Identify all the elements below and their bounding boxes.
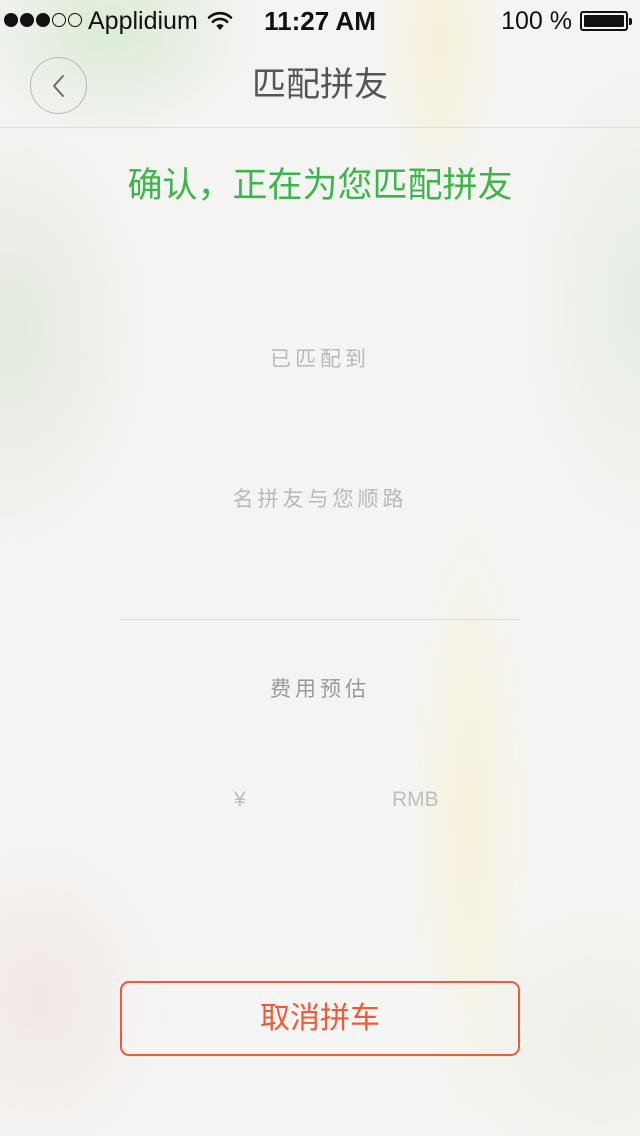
- matched-description: 名拼友与您顺路: [232, 488, 408, 511]
- battery-percentage: 100 %: [501, 7, 572, 35]
- cancel-carpool-button[interactable]: 取消拼车: [120, 981, 520, 1056]
- battery-icon: [580, 11, 632, 31]
- currency-symbol: ¥: [234, 788, 246, 811]
- matching-status-heading: 确认，正在为您匹配拼友: [127, 166, 513, 205]
- section-divider: [120, 619, 520, 620]
- battery-nub: [629, 18, 632, 25]
- nav-separator: [0, 127, 640, 128]
- fare-estimate-label: 费用预估: [270, 678, 370, 701]
- page-title: 匹配拼友: [252, 66, 388, 104]
- matched-label: 已匹配到: [270, 348, 370, 371]
- battery-fill: [584, 15, 624, 27]
- currency-unit: RMB: [392, 788, 439, 811]
